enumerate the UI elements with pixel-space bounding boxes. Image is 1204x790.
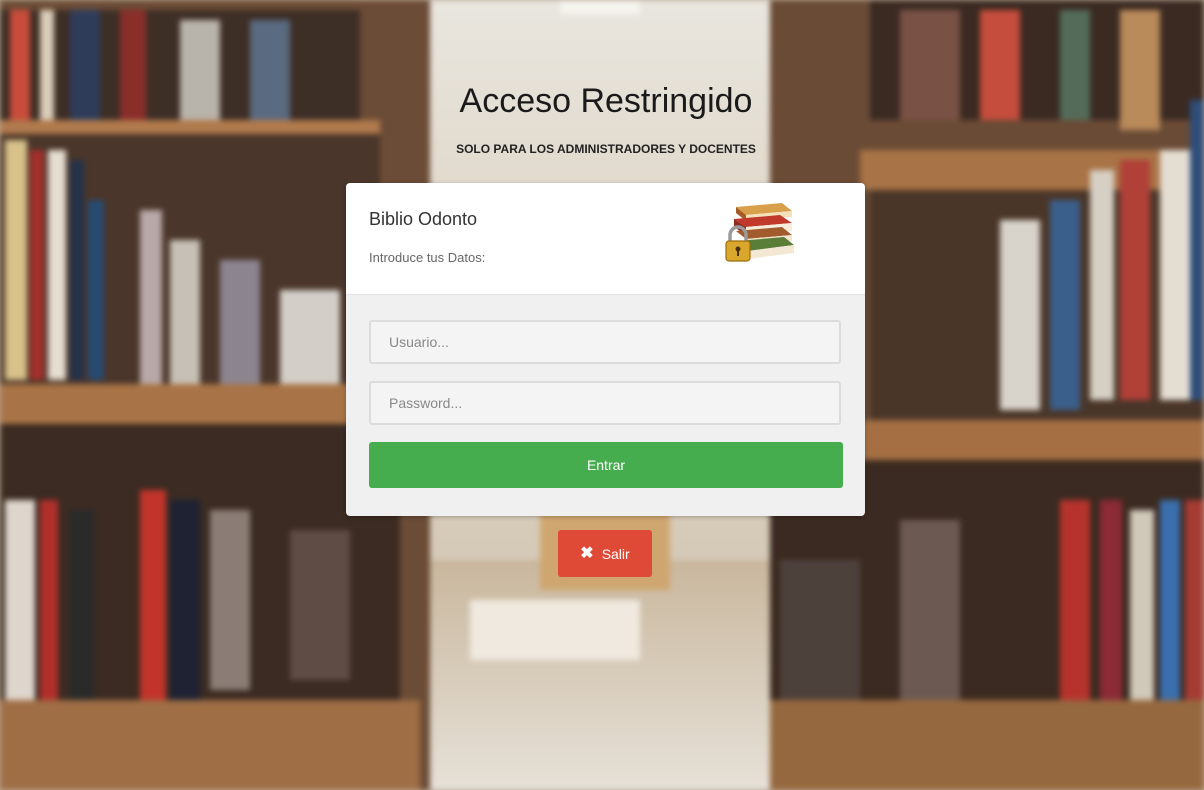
- page-subtitle: SOLO PARA LOS ADMINISTRADORES Y DOCENTES: [0, 142, 1204, 156]
- username-input[interactable]: [369, 320, 841, 364]
- page-title-text: Acceso Restringido: [459, 82, 753, 120]
- page-title: Acceso Restringido: [0, 82, 1204, 121]
- brand-name: Biblio Odonto: [369, 209, 478, 229]
- exit-button-label: Salir: [601, 545, 630, 562]
- login-button[interactable]: Entrar: [369, 442, 843, 488]
- login-page: Acceso Restringido SOLO PARA LOS ADMINIS…: [0, 0, 1204, 790]
- close-icon: ✖: [580, 544, 594, 562]
- login-panel-header: Biblio Odonto Introduce tus Datos:: [346, 183, 865, 295]
- locked-books-icon: [722, 197, 794, 265]
- exit-button[interactable]: ✖ Salir: [558, 530, 652, 577]
- form-hint: Introduce tus Datos:: [369, 250, 486, 265]
- page-subtitle-text: SOLO PARA LOS ADMINISTRADORES Y DOCENTES: [456, 142, 756, 156]
- login-panel: Biblio Odonto Introduce tus Datos: Usuar…: [346, 183, 865, 516]
- login-panel-body: Entrar: [346, 295, 865, 516]
- password-input[interactable]: [369, 381, 841, 425]
